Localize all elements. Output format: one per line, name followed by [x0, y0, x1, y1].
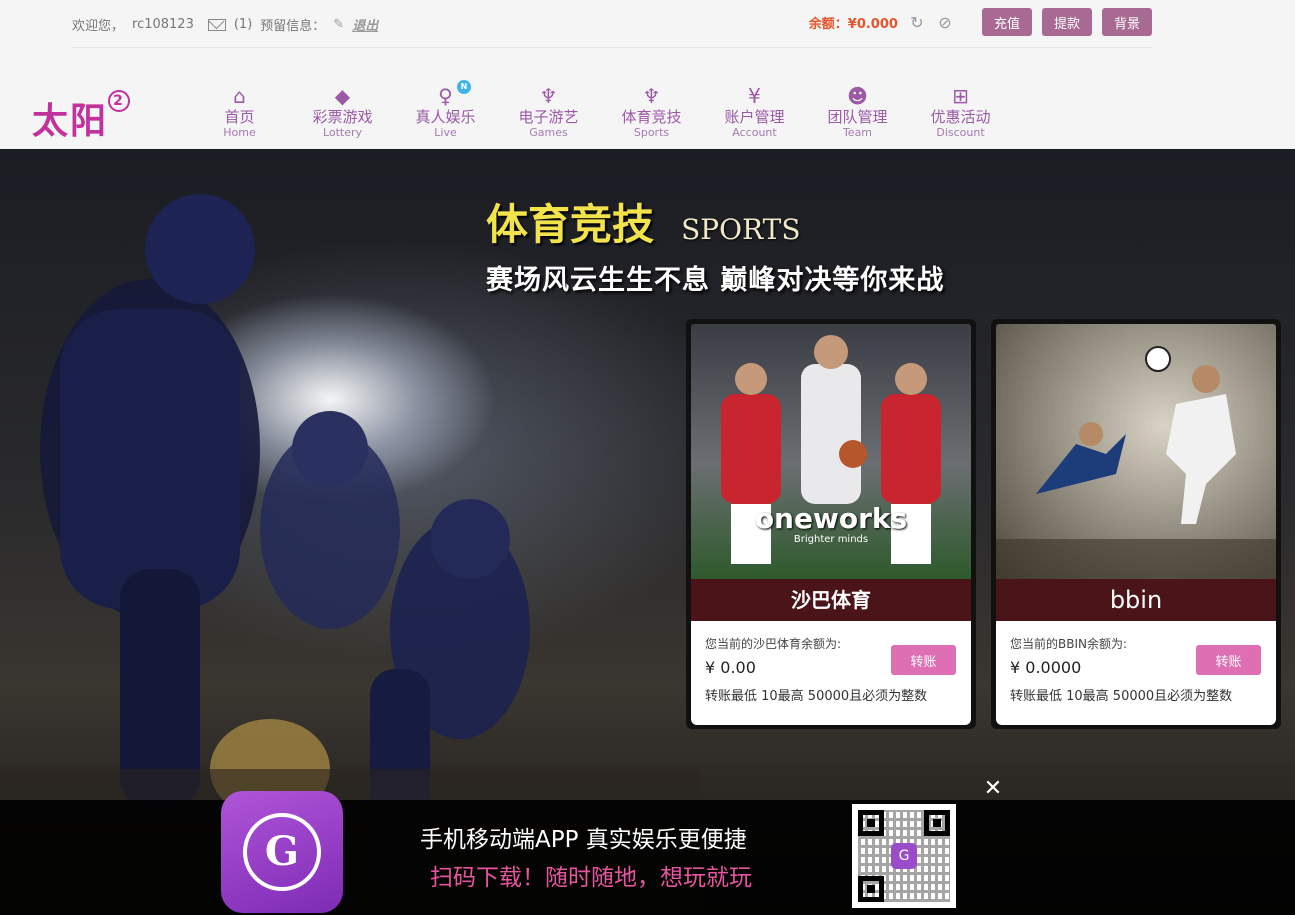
withdraw-button[interactable]: 提款	[1041, 8, 1092, 36]
nav-sublabel: Live	[434, 126, 457, 139]
banner-title-en: SPORTS	[681, 213, 801, 246]
app-logo-icon: G	[243, 813, 321, 891]
nav-items: ⌂ 首页 Home ◆ 彩票游戏 Lottery ♀ N 真人娱乐 Live ♆…	[188, 80, 1012, 140]
sports-card-bbin: bbin 您当前的BBIN余额为: ¥ 0.0000 转账最低 10最高 500…	[991, 319, 1281, 729]
yen-coin-icon: ¥	[748, 84, 761, 108]
nav-sublabel: Home	[223, 126, 256, 139]
balance-value: ¥0.000	[847, 16, 898, 32]
nav-item-sports[interactable]: ♆ 体育竞技 Sports	[600, 84, 703, 140]
top-bar: 欢迎您， rc108123 (1) 预留信息： ✎ 退出 余额：¥0.000 ↻…	[72, 0, 1152, 48]
nav-label: 体育竞技	[621, 108, 682, 126]
nav-label: 电子游艺	[518, 108, 579, 126]
nav-sublabel: Discount	[936, 126, 985, 139]
banner-subtitle: 赛场风云生生不息 巅峰对决等你来战	[486, 265, 945, 296]
nav-sublabel: Account	[732, 126, 777, 139]
oneworks-logo: oneworks	[754, 502, 908, 535]
app-icon[interactable]: G	[221, 791, 343, 913]
mail-icon[interactable]	[207, 18, 226, 31]
trophy-icon: ♆	[539, 84, 558, 108]
nav-item-games[interactable]: ♆ 电子游艺 Games	[497, 84, 600, 140]
main-nav: 太阳 2 ⌂ 首页 Home ◆ 彩票游戏 Lottery ♀ N 真人娱乐 L…	[0, 48, 1295, 149]
logo[interactable]: 太阳 2	[32, 90, 131, 144]
transfer-button[interactable]: 转账	[1196, 645, 1261, 675]
nav-label: 真人娱乐	[415, 108, 476, 126]
nav-sublabel: Team	[842, 126, 873, 139]
logo-text: 太阳	[32, 100, 109, 142]
app-download-bar: ✕ G 手机移动端APP 真实娱乐更便捷 扫码下载！随时随地，想玩就玩 G	[0, 778, 1295, 915]
home-icon: ⌂	[233, 84, 246, 108]
soccer-players-illustration	[996, 346, 1276, 579]
team-icon: ☻	[847, 84, 868, 108]
qr-logo-icon: G	[891, 843, 917, 869]
bbin-logo: bbin	[996, 579, 1276, 621]
ticket-icon: ◆	[334, 84, 351, 108]
card-info: 您当前的沙巴体育余额为: ¥ 0.00 转账最低 10最高 50000且必须为整…	[691, 621, 971, 725]
refresh-icon[interactable]: ↻	[908, 13, 926, 32]
card-label: 沙巴体育	[691, 579, 971, 621]
nav-label: 首页	[224, 108, 255, 126]
app-promo-title: 手机移动端APP 真实娱乐更便捷	[420, 827, 747, 853]
nav-label: 团队管理	[827, 108, 888, 126]
account-actions: 余额：¥0.000 ↻ ⊘ 充值 提款 背景	[809, 8, 1152, 36]
user-info: 欢迎您， rc108123 (1) 预留信息： ✎ 退出	[72, 15, 378, 34]
nav-item-account[interactable]: ¥ 账户管理 Account	[703, 84, 806, 140]
background-button[interactable]: 背景	[1101, 8, 1152, 36]
cup-icon: ♆	[642, 84, 661, 108]
logout-link[interactable]: 退出	[352, 15, 378, 34]
logo-badge: 2	[108, 90, 131, 112]
welcome-text: 欢迎您，	[72, 19, 125, 34]
qr-code: G	[852, 804, 956, 908]
banner-headline: 体育竞技 SPORTS 赛场风云生生不息 巅峰对决等你来战	[486, 191, 944, 297]
new-badge: N	[457, 80, 471, 94]
reserve-info-label: 预留信息：	[260, 19, 326, 34]
nav-label: 账户管理	[724, 108, 785, 126]
nav-item-team[interactable]: ☻ 团队管理 Team	[806, 84, 909, 140]
nav-sublabel: Lottery	[322, 126, 363, 139]
nav-label: 彩票游戏	[312, 108, 373, 126]
nav-sublabel: Games	[529, 126, 568, 139]
recharge-button[interactable]: 充值	[981, 8, 1032, 36]
oneworks-image: oneworks Brighter minds	[691, 324, 971, 579]
oneworks-tagline: Brighter minds	[793, 534, 869, 545]
card-info: 您当前的BBIN余额为: ¥ 0.0000 转账最低 10最高 50000且必须…	[996, 621, 1276, 725]
username: rc108123	[132, 17, 194, 32]
nav-label: 优惠活动	[930, 108, 991, 126]
mail-count[interactable]: (1)	[234, 17, 252, 32]
balance-label: 余额：¥0.000	[808, 16, 898, 32]
app-promo-subtitle: 扫码下载！随时随地，想玩就玩	[430, 865, 752, 891]
nav-item-discount[interactable]: ⊞ 优惠活动 Discount	[909, 84, 1012, 140]
bbin-image	[996, 324, 1276, 579]
gift-icon: ⊞	[952, 84, 969, 108]
nav-item-live[interactable]: ♀ N 真人娱乐 Live	[394, 80, 497, 140]
nav-sublabel: Sports	[633, 126, 670, 139]
nav-item-home[interactable]: ⌂ 首页 Home	[188, 84, 291, 140]
dealer-icon: ♀	[438, 84, 453, 108]
edit-icon[interactable]: ✎	[333, 17, 344, 32]
banner-title: 体育竞技	[486, 200, 655, 249]
hide-eye-icon[interactable]: ⊘	[936, 13, 954, 32]
nav-item-lottery[interactable]: ◆ 彩票游戏 Lottery	[291, 84, 394, 140]
transfer-rule: 转账最低 10最高 50000且必须为整数	[705, 689, 928, 704]
transfer-button[interactable]: 转账	[891, 645, 956, 675]
close-icon[interactable]: ✕	[982, 778, 1004, 800]
transfer-rule: 转账最低 10最高 50000且必须为整数	[1010, 689, 1233, 704]
sports-card-oneworks: oneworks Brighter minds 沙巴体育 您当前的沙巴体育余额为…	[686, 319, 976, 729]
